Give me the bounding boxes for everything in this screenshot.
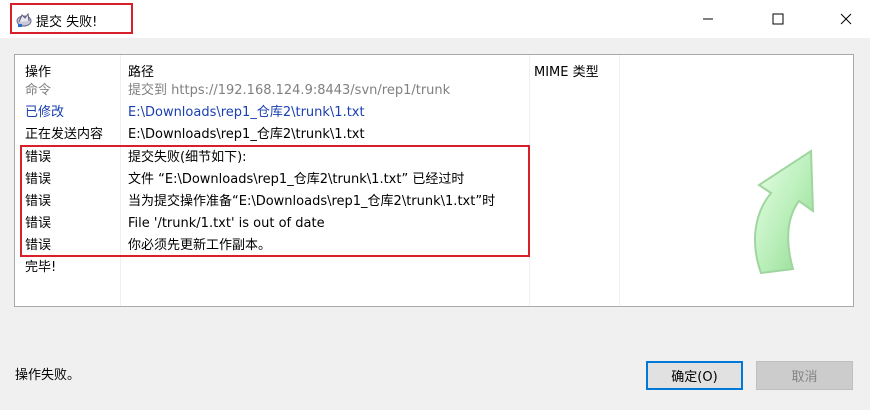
row-action: 命令 (25, 83, 52, 98)
header-path[interactable]: 路径 (128, 61, 154, 80)
row-action: 已修改 (25, 105, 65, 120)
title-bar: 提交 失败! (0, 0, 870, 38)
cancel-button[interactable]: 取消 (756, 361, 853, 390)
minimize-button[interactable] (685, 0, 731, 38)
green-commit-arrow-icon (754, 149, 815, 275)
title-highlight-box: 提交 失败! (10, 3, 133, 34)
log-list[interactable]: 操作 路径 MIME 类型 命令 提交到 https://192.168.124… (14, 54, 854, 307)
header-mime-type[interactable]: MIME 类型 (534, 61, 599, 80)
row-path: E:\Downloads\rep1_仓库2\trunk\1.txt (128, 127, 365, 142)
row-path: 提交到 https://192.168.124.9:8443/svn/rep1/… (128, 83, 451, 98)
maximize-icon (772, 13, 784, 25)
close-icon (840, 13, 852, 25)
tortoise-svn-icon (16, 12, 32, 27)
header-action[interactable]: 操作 (25, 61, 51, 80)
close-button[interactable] (823, 0, 869, 38)
window-title: 提交 失败! (36, 15, 98, 30)
row-action: 正在发送内容 (25, 127, 104, 142)
row-action: 完毕! (25, 260, 57, 275)
minimize-icon (703, 18, 713, 20)
status-message: 操作失败。 (15, 368, 81, 383)
column-divider[interactable] (619, 55, 620, 306)
error-highlight-box (20, 145, 530, 257)
maximize-button[interactable] (755, 0, 801, 38)
row-path: E:\Downloads\rep1_仓库2\trunk\1.txt (128, 105, 365, 120)
ok-button[interactable]: 确定(O) (646, 361, 743, 390)
